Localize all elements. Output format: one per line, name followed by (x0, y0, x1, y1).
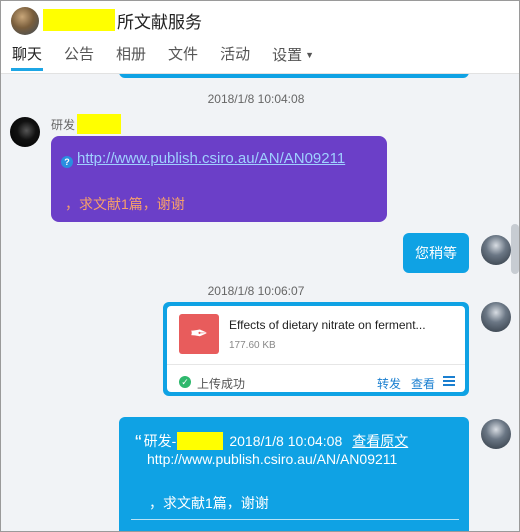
upload-status: 上传成功 (197, 377, 246, 391)
redaction-mark (77, 114, 122, 134)
avatar[interactable] (481, 235, 511, 265)
message-list[interactable]: 2018/1/8 10:04:08 研发 ? http://www.publis… (1, 74, 519, 531)
avatar[interactable] (481, 302, 511, 332)
sender-label: 研发 (51, 117, 76, 132)
divider (131, 519, 459, 520)
pdf-file-icon: ✒ (179, 314, 219, 354)
forward-button[interactable]: 转发 (377, 375, 401, 392)
tab-settings-label: 设置 (272, 47, 303, 64)
tab-files[interactable]: 文件 (157, 41, 209, 71)
chat-window: 所文献服务 聊天 公告 相册 文件 活动 设置 ▼ 2018/1/8 10:04:… (0, 0, 520, 532)
page-title: 所文献服务 (43, 8, 202, 32)
tab-settings[interactable]: 设置 ▼ (261, 41, 325, 71)
file-size: 177.60 KB (229, 340, 276, 351)
check-icon: ✓ (179, 376, 191, 388)
question-icon: ? (61, 156, 73, 168)
quote-time: 2018/1/8 10:04:08 (229, 432, 343, 449)
file-card[interactable]: ✒ Effects of dietary nitrate on ferment.… (167, 306, 465, 392)
tab-chat[interactable]: 聊天 (1, 41, 53, 71)
quote-header: “ 研发- 2018/1/8 10:04:08 查看原文 (135, 429, 408, 454)
quote-text: ，求文献1篇，谢谢 (149, 495, 269, 511)
message-text: ，求文献1篇，谢谢 (65, 196, 185, 212)
avatar[interactable] (10, 117, 40, 147)
tab-album[interactable]: 相册 (105, 41, 157, 71)
quote-icon: “ (135, 432, 142, 454)
quote-message[interactable]: “ 研发- 2018/1/8 10:04:08 查看原文 http://www.… (119, 417, 469, 531)
redaction-mark (177, 431, 224, 450)
group-title: 所文献服务 (117, 12, 202, 32)
previous-message-bubble[interactable] (119, 74, 469, 78)
sender-name: 研发 (51, 114, 122, 134)
group-avatar[interactable] (11, 7, 39, 35)
message-link[interactable]: http://www.publish.csiro.au/AN/AN09211 (77, 150, 345, 167)
view-button[interactable]: 查看 (411, 375, 435, 392)
scrollbar[interactable] (511, 224, 519, 274)
file-message: ✒ Effects of dietary nitrate on ferment.… (163, 302, 469, 396)
view-original-link[interactable]: 查看原文 (352, 431, 408, 451)
tab-announcements[interactable]: 公告 (53, 41, 105, 71)
quote-sender: 研发- (143, 432, 177, 449)
timestamp: 2018/1/8 10:04:08 (207, 92, 305, 106)
quote-link: http://www.publish.csiro.au/AN/AN09211 (147, 451, 398, 467)
avatar[interactable] (481, 419, 511, 449)
redaction-mark (43, 9, 115, 31)
message-bubble-wait[interactable]: 您稍等 (403, 233, 469, 273)
tab-bar: 聊天 公告 相册 文件 活动 设置 ▼ (1, 41, 325, 73)
file-name[interactable]: Effects of dietary nitrate on ferment... (229, 318, 455, 332)
tab-activities[interactable]: 活动 (209, 41, 261, 71)
caret-down-icon: ▼ (305, 50, 315, 60)
timestamp: 2018/1/8 10:06:07 (207, 284, 305, 298)
header: 所文献服务 聊天 公告 相册 文件 活动 设置 ▼ (1, 1, 519, 74)
message-bubble[interactable]: ? http://www.publish.csiro.au/AN/AN09211… (51, 136, 387, 222)
menu-icon[interactable] (443, 376, 455, 386)
divider (167, 364, 465, 365)
